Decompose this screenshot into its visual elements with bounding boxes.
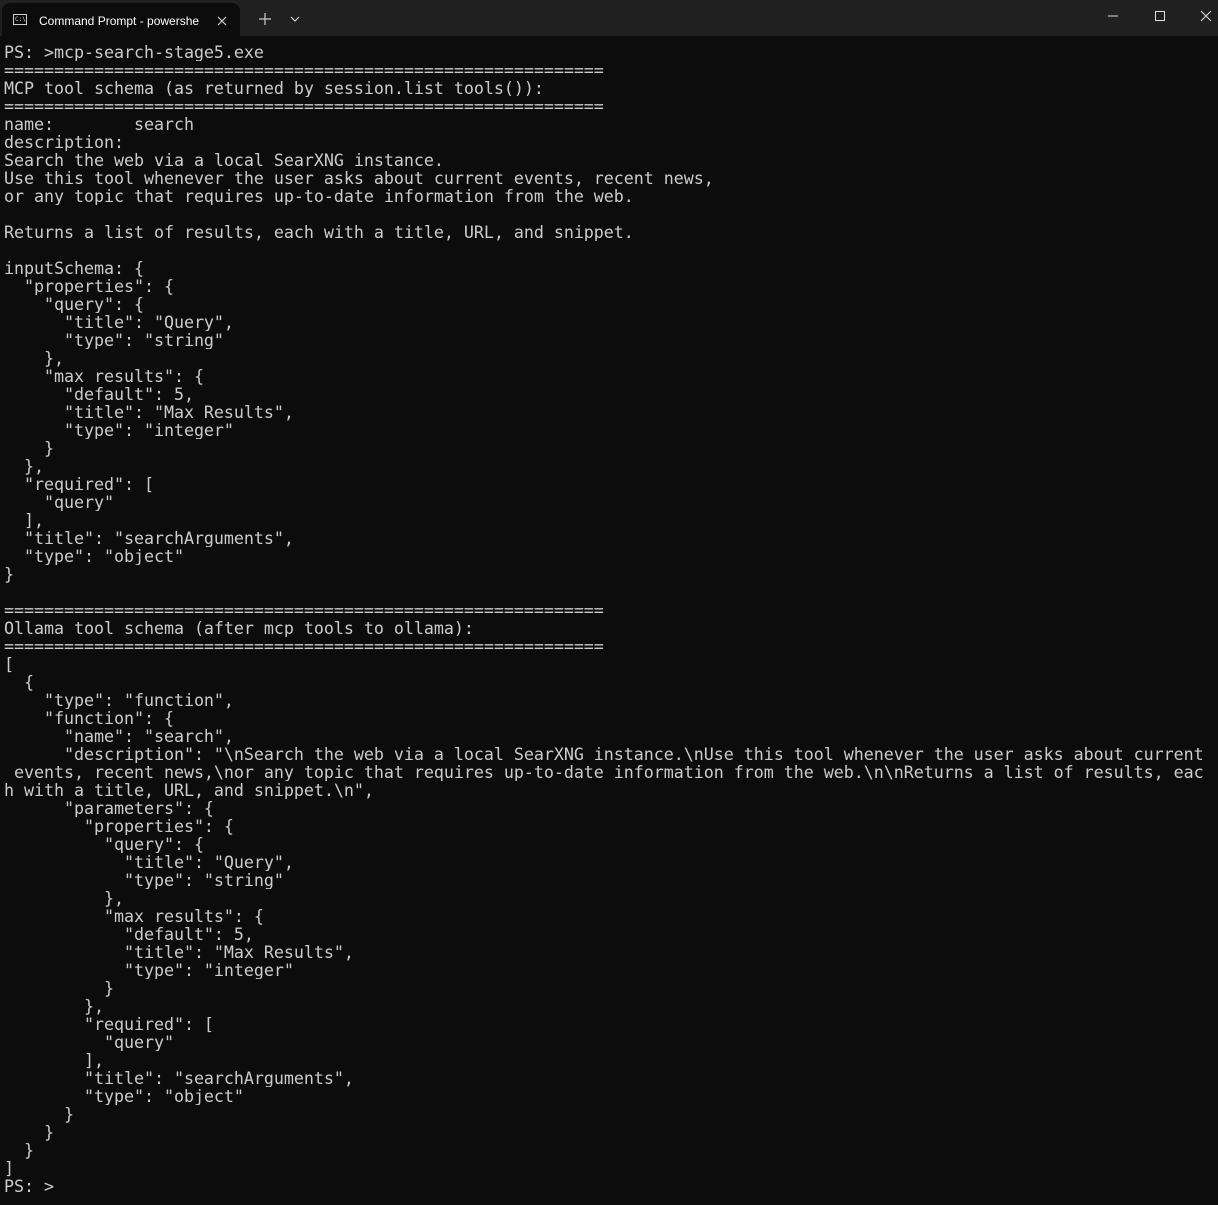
terminal-line: "query" [4, 493, 114, 511]
terminal-line: "title": "Max Results", [4, 403, 294, 421]
terminal-line: } [4, 1141, 34, 1159]
terminal-line: "type": "integer" [4, 421, 234, 439]
terminal-line: ========================================… [4, 637, 604, 655]
terminal-line: PS: >mcp-search-stage5.exe [4, 43, 264, 61]
plus-icon [259, 13, 271, 25]
terminal-line: "required": [ [4, 475, 154, 493]
terminal-line: "name": "search", [4, 727, 234, 745]
close-icon [1200, 10, 1212, 22]
terminal-line: "title": "Max Results", [4, 943, 354, 961]
terminal-line: "type": "string" [4, 331, 224, 349]
close-tab-icon-glyph [217, 16, 227, 26]
tab-command-prompt[interactable]: C:\ Command Prompt - powershe [2, 3, 240, 36]
title-bar[interactable]: C:\ Command Prompt - powershe [0, 0, 1218, 36]
terminal-line: "description": "\nSearch the web via a l… [4, 745, 1204, 763]
terminal-line: }, [4, 997, 104, 1015]
terminal-line: } [4, 979, 114, 997]
command-prompt-icon: C:\ [13, 14, 27, 25]
terminal-line: "type": "object" [4, 1087, 244, 1105]
terminal-line: events, recent news,\nor any topic that … [4, 763, 1204, 781]
terminal-line: ========================================… [4, 61, 604, 79]
terminal-window: C:\ Command Prompt - powershe PS: >mcp-s… [0, 0, 1218, 1205]
terminal-line: } [4, 1123, 54, 1141]
terminal-line: } [4, 1105, 74, 1123]
tab-dropdown-button[interactable] [285, 8, 305, 30]
terminal-line: ========================================… [4, 601, 604, 619]
terminal-line: } [4, 565, 14, 583]
terminal-line: [ [4, 655, 14, 673]
terminal-line: ] [4, 1159, 14, 1177]
terminal-line: "title": "searchArguments", [4, 1069, 354, 1087]
terminal-line: "function": { [4, 709, 174, 727]
terminal-line: "title": "Query", [4, 853, 294, 871]
terminal-line: "type": "function", [4, 691, 234, 709]
maximize-icon [1155, 11, 1165, 21]
terminal-output[interactable]: PS: >mcp-search-stage5.exe ==============… [4, 43, 1214, 1195]
terminal-line: ], [4, 1051, 104, 1069]
terminal-line: "type": "string" [4, 871, 284, 889]
terminal-line: Search the web via a local SearXNG insta… [4, 151, 444, 169]
terminal-line: Use this tool whenever the user asks abo… [4, 169, 714, 187]
terminal-line: "type": "integer" [4, 961, 294, 979]
terminal-line: }, [4, 349, 64, 367]
terminal-line: ========================================… [4, 97, 604, 115]
new-tab-button[interactable] [254, 8, 276, 30]
terminal-line: { [4, 673, 34, 691]
terminal-line: "properties": { [4, 277, 174, 295]
terminal-line: Returns a list of results, each with a t… [4, 223, 634, 241]
minimize-icon [1108, 15, 1118, 17]
terminal-line: inputSchema: { [4, 259, 144, 277]
terminal-line: "required": [ [4, 1015, 214, 1033]
terminal-line: "query": { [4, 295, 144, 313]
terminal-line: PS: > [4, 1177, 54, 1195]
terminal-line: "max_results": { [4, 907, 264, 925]
terminal-line: or any topic that requires up-to-date in… [4, 187, 634, 205]
terminal-line: h with a title, URL, and snippet.\n", [4, 781, 374, 799]
maximize-button[interactable] [1136, 0, 1182, 32]
terminal-line: description: [4, 133, 124, 151]
terminal-line: "properties": { [4, 817, 234, 835]
terminal-line: }, [4, 889, 124, 907]
chevron-down-icon [290, 16, 300, 22]
terminal-line: Ollama tool schema (after mcp_tools_to_o… [4, 619, 474, 637]
terminal-line: "title": "searchArguments", [4, 529, 294, 547]
tab-title: Command Prompt - powershe [39, 14, 200, 28]
terminal-line: "type": "object" [4, 547, 184, 565]
close-window-button[interactable] [1182, 0, 1218, 32]
terminal-line: } [4, 439, 54, 457]
terminal-line: "default": 5, [4, 925, 254, 943]
terminal-line: ], [4, 511, 44, 529]
minimize-button[interactable] [1090, 0, 1136, 32]
terminal-line: "default": 5, [4, 385, 194, 403]
terminal-line: name: search [4, 115, 194, 133]
terminal-line: "max_results": { [4, 367, 204, 385]
terminal-line: "query" [4, 1033, 174, 1051]
terminal-line: MCP tool schema (as returned by session.… [4, 79, 544, 97]
terminal-line: "query": { [4, 835, 204, 853]
close-tab-icon[interactable] [212, 11, 232, 31]
terminal-line: "parameters": { [4, 799, 214, 817]
terminal-line: "title": "Query", [4, 313, 234, 331]
terminal-line: }, [4, 457, 44, 475]
